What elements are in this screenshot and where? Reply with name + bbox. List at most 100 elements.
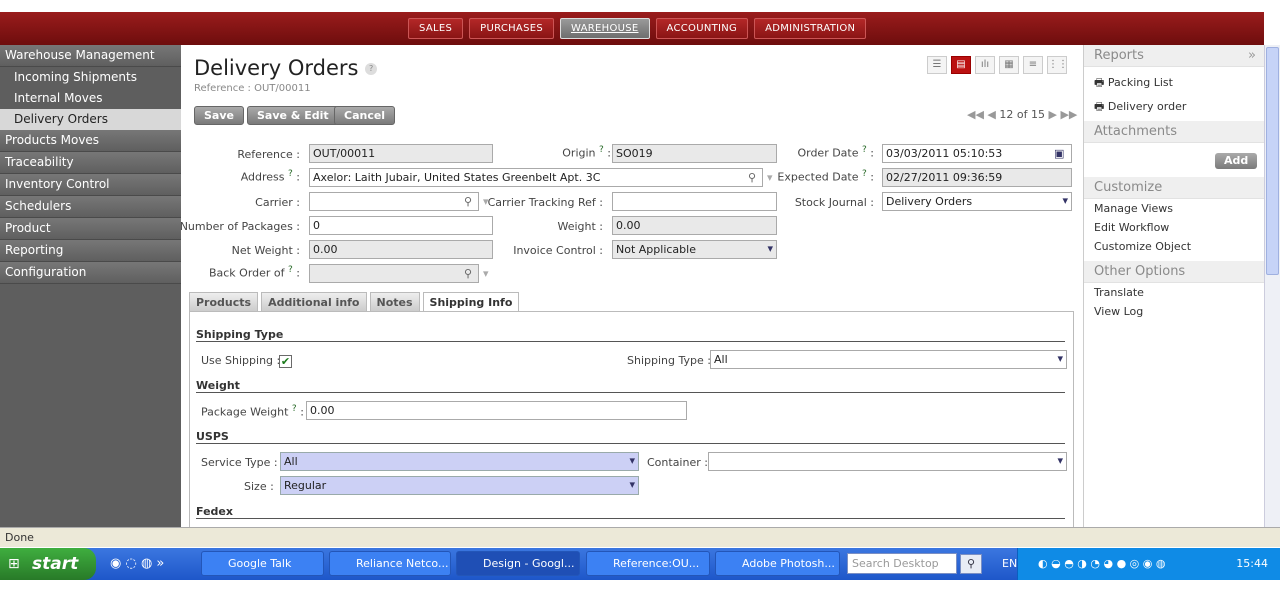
tab-additional-info[interactable]: Additional info	[261, 292, 367, 312]
menu-purchases[interactable]: PURCHASES	[469, 18, 554, 39]
section-usps: USPS	[196, 430, 1065, 444]
tab-products[interactable]: Products	[189, 292, 259, 312]
browser-status-bar: Done	[0, 527, 1280, 547]
carrier-search-icon[interactable]: ⚲	[464, 195, 472, 208]
scrollbar-thumb[interactable]	[1266, 47, 1279, 275]
bottom-margin	[0, 580, 1280, 600]
language-indicator[interactable]: EN	[1002, 548, 1017, 580]
expected-date-label: Expected Date ? :	[777, 169, 874, 184]
prev-record-icon[interactable]: ◀	[987, 108, 995, 121]
report-delivery-order[interactable]: 🖶 Delivery order	[1084, 97, 1264, 116]
quick-launch-icons[interactable]: ◉ ◌ ◍ »	[110, 556, 164, 571]
view-log-link[interactable]: View Log	[1084, 302, 1264, 321]
sidebar-warehouse-management[interactable]: Warehouse Management	[0, 45, 181, 67]
package-weight-field[interactable]: 0.00	[306, 401, 687, 420]
stock-journal-select[interactable]: Delivery Orders	[882, 192, 1072, 211]
back-order-field[interactable]	[309, 264, 479, 283]
next-record-icon[interactable]: ▶	[1048, 108, 1056, 121]
shipping-info-panel: Shipping Type Use Shipping : ✔ Shipping …	[189, 311, 1074, 527]
menu-sales[interactable]: SALES	[408, 18, 464, 39]
sidebar-schedulers[interactable]: Schedulers	[0, 196, 181, 218]
sidebar-product[interactable]: Product	[0, 218, 181, 240]
task-google-talk[interactable]: Google Talk	[201, 551, 324, 576]
save-edit-button[interactable]: Save & Edit	[247, 106, 339, 125]
customize-object-link[interactable]: Customize Object	[1084, 237, 1264, 256]
calendar-view-icon[interactable]: ▦	[999, 56, 1019, 74]
report-packing-list[interactable]: 🖶 Packing List	[1084, 73, 1264, 92]
address-field[interactable]: Axelor: Laith Jubair, United States Gree…	[309, 168, 763, 187]
order-date-field[interactable]: 03/03/2011 05:10:53	[882, 144, 1072, 163]
windows-logo-icon: ⊞	[8, 556, 20, 572]
task-photoshop[interactable]: Adobe Photosh...	[715, 551, 840, 576]
pager-count: 12 of 15	[999, 108, 1045, 121]
sidebar-products-moves[interactable]: Products Moves	[0, 130, 181, 152]
shipping-type-select[interactable]: All	[710, 350, 1067, 369]
sidebar-reporting[interactable]: Reporting	[0, 240, 181, 262]
size-select[interactable]: Regular	[280, 476, 639, 495]
menu-administration[interactable]: ADMINISTRATION	[754, 18, 867, 39]
form-view-icon[interactable]: ▤	[951, 56, 971, 74]
save-button[interactable]: Save	[194, 106, 244, 125]
address-dropdown-icon[interactable]: ▾	[767, 171, 773, 184]
service-type-select[interactable]: All	[280, 452, 639, 471]
status-text: Done	[5, 531, 34, 544]
right-panel: Reports» 🖶 Packing List 🖶 Delivery order…	[1083, 45, 1264, 527]
tab-notes[interactable]: Notes	[369, 292, 420, 312]
search-desktop-input[interactable]: Search Desktop	[847, 553, 957, 574]
gantt-view-icon[interactable]: ⋮⋮	[1047, 56, 1068, 74]
menu-warehouse[interactable]: WAREHOUSE	[559, 18, 650, 39]
edit-workflow-link[interactable]: Edit Workflow	[1084, 218, 1264, 237]
reference-field[interactable]: OUT/00011	[309, 144, 493, 163]
collapse-icon[interactable]: »	[1248, 45, 1256, 67]
task-reference[interactable]: Reference:OU...	[586, 551, 710, 576]
tracking-field[interactable]	[612, 192, 777, 211]
help-icon[interactable]: ?	[365, 63, 378, 75]
container-label: Container :	[647, 456, 708, 469]
section-weight: Weight	[196, 379, 1065, 393]
add-attachment-button[interactable]: Add	[1215, 153, 1258, 169]
translate-link[interactable]: Translate	[1084, 283, 1264, 302]
menu-accounting[interactable]: ACCOUNTING	[655, 18, 749, 39]
net-weight-label: Net Weight :	[231, 244, 300, 257]
search-icon[interactable]: ⚲	[960, 554, 982, 574]
net-weight-field[interactable]: 0.00	[309, 240, 493, 259]
pager: ◀◀ ◀ 12 of 15 ▶ ▶▶	[967, 108, 1077, 121]
sidebar-item-internal-moves[interactable]: Internal Moves	[0, 88, 181, 109]
tab-shipping-info[interactable]: Shipping Info	[422, 292, 520, 312]
list-view-icon[interactable]: ☰	[927, 56, 947, 74]
sidebar-traceability[interactable]: Traceability	[0, 152, 181, 174]
manage-views-link[interactable]: Manage Views	[1084, 199, 1264, 218]
expected-date-field[interactable]: 02/27/2011 09:36:59	[882, 168, 1072, 187]
windows-taskbar: start ⊞ ◉ ◌ ◍ » Google Talk Reliance Net…	[0, 548, 1280, 580]
sidebar-inventory-control[interactable]: Inventory Control	[0, 174, 181, 196]
stock-journal-label: Stock Journal :	[794, 196, 874, 209]
graph-view-icon[interactable]: ılı	[975, 56, 995, 74]
notebook-tabs: Products Additional info Notes Shipping …	[189, 292, 520, 312]
back-order-dropdown-icon[interactable]: ▾	[483, 267, 489, 280]
calendar-icon[interactable]: ▣	[1054, 147, 1064, 160]
first-record-icon[interactable]: ◀◀	[967, 108, 984, 121]
address-search-icon[interactable]: ⚲	[748, 171, 756, 184]
back-order-search-icon[interactable]: ⚲	[464, 267, 472, 280]
packages-field[interactable]: 0	[309, 216, 493, 235]
cancel-button[interactable]: Cancel	[334, 106, 396, 125]
service-type-label: Service Type :	[201, 456, 278, 469]
page-reference: Reference : OUT/00011	[194, 83, 311, 94]
sidebar-item-incoming-shipments[interactable]: Incoming Shipments	[0, 67, 181, 88]
address-label: Address ? :	[240, 169, 300, 184]
invoice-control-select[interactable]: Not Applicable	[612, 240, 777, 259]
task-design[interactable]: Design - Googl...	[456, 551, 580, 576]
weight-field[interactable]: 0.00	[612, 216, 777, 235]
size-label: Size :	[244, 480, 274, 493]
origin-field[interactable]: SO019	[612, 144, 777, 163]
sidebar-configuration[interactable]: Configuration	[0, 262, 181, 284]
carrier-field[interactable]	[309, 192, 479, 211]
sidebar-item-delivery-orders[interactable]: Delivery Orders	[0, 109, 181, 130]
container-select[interactable]	[708, 452, 1067, 471]
use-shipping-checkbox[interactable]: ✔	[279, 355, 292, 368]
task-reliance[interactable]: Reliance Netco...	[329, 551, 451, 576]
last-record-icon[interactable]: ▶▶	[1060, 108, 1077, 121]
page-scrollbar[interactable]	[1264, 45, 1280, 527]
tree-view-icon[interactable]: ≡	[1023, 56, 1043, 74]
tray-icons[interactable]: ◐ ◒ ◓ ◑ ◔ ◕ ● ◎ ◉ ◍	[1038, 548, 1165, 580]
